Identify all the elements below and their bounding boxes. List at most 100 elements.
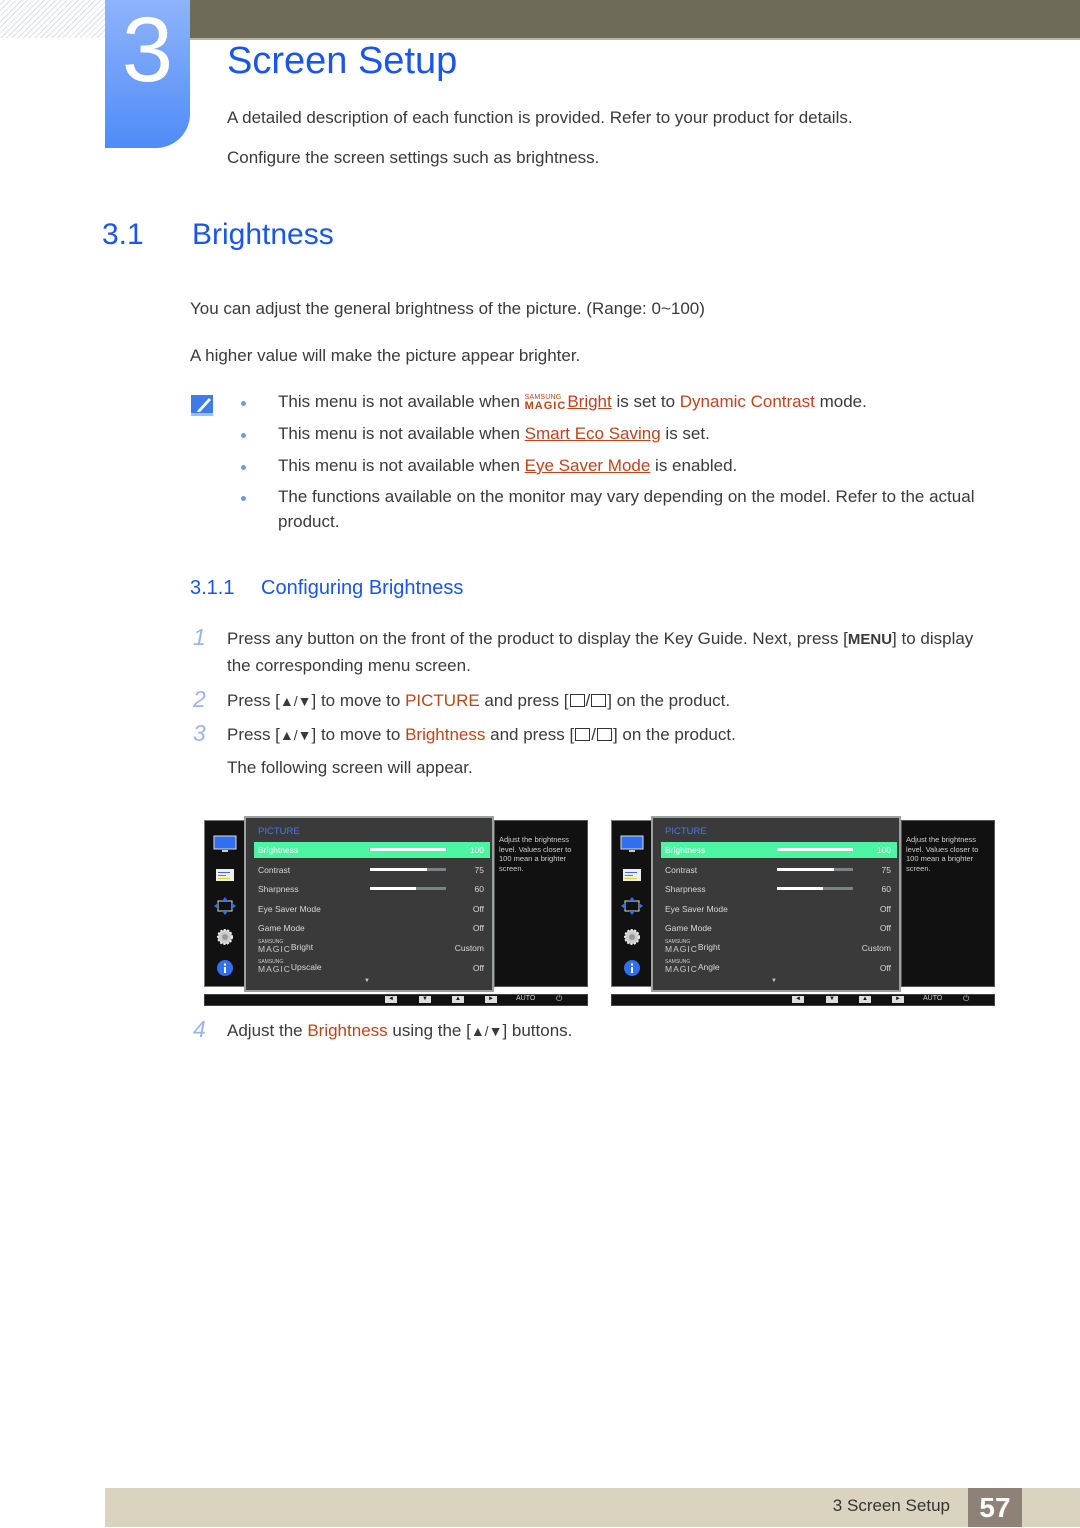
scroll-down-indicator-icon: ▼ bbox=[364, 978, 370, 984]
bullet-dot bbox=[241, 465, 246, 470]
osd-menu-row[interactable]: SAMSUNG MAGIC Bright Custom bbox=[661, 940, 897, 956]
brightness-term: Brightness bbox=[405, 725, 486, 744]
section-paragraph-1: You can adjust the general brightness of… bbox=[190, 299, 705, 318]
power-icon[interactable]: ⏻ bbox=[963, 994, 969, 1004]
osd-row-label: Sharpness bbox=[665, 884, 706, 895]
osd-row-value: Off bbox=[472, 923, 484, 934]
right-arrow-key[interactable]: ► bbox=[892, 996, 904, 1003]
osd-help-panel: Adjust the brightness level. Values clos… bbox=[901, 820, 995, 987]
auto-key[interactable]: AUTO bbox=[923, 995, 942, 1002]
osd-menu-row[interactable]: Brightness 100 bbox=[661, 842, 897, 858]
note-item-2: This menu is not available when Smart Ec… bbox=[278, 424, 710, 443]
osd-menu-row[interactable]: Sharpness 60 bbox=[254, 881, 490, 897]
step-number-3: 3 bbox=[193, 720, 206, 746]
section-title: Brightness bbox=[192, 218, 334, 251]
osd-menu-row[interactable]: Game Mode Off bbox=[254, 920, 490, 936]
osd-menu-row[interactable]: SAMSUNG MAGIC Upscale Off bbox=[254, 958, 490, 976]
step-number-4: 4 bbox=[193, 1016, 206, 1042]
osd-row-value: Off bbox=[879, 962, 891, 973]
resize-arrows-icon[interactable] bbox=[213, 897, 237, 915]
osd-slider-track[interactable] bbox=[777, 867, 853, 871]
osd-slider-track[interactable] bbox=[777, 848, 853, 851]
samsung-magic-logo: SAMSUNG MAGIC bbox=[258, 939, 291, 954]
osd-menu-row[interactable]: Sharpness 60 bbox=[661, 881, 897, 897]
bullet-dot bbox=[241, 496, 246, 501]
osd-slider-track[interactable] bbox=[370, 867, 446, 871]
osd-screenshot-2: PICTURE Brightness 100 Contrast 75 Sharpness 6… bbox=[611, 816, 995, 1006]
osd-slider-fill bbox=[777, 887, 823, 891]
down-arrow-key[interactable]: ▼ bbox=[826, 996, 838, 1003]
left-arrow-key[interactable]: ◄ bbox=[792, 996, 804, 1003]
osd-slider-track[interactable] bbox=[777, 887, 853, 891]
resize-arrows-icon[interactable] bbox=[620, 897, 644, 915]
chapter-intro-2: Configure the screen settings such as br… bbox=[227, 148, 600, 167]
source-icon bbox=[575, 728, 591, 741]
osd-description: Adjust the brightness level. Values clos… bbox=[906, 835, 979, 873]
monitor-icon[interactable] bbox=[213, 835, 237, 853]
osd-slider-track[interactable] bbox=[370, 848, 446, 851]
samsung-magic-logo: SAMSUNG MAGIC bbox=[665, 958, 698, 974]
header-bar bbox=[190, 0, 1080, 40]
osd-screenshot-1: PICTURE Brightness 100 Contrast 75 Sharpness 6… bbox=[204, 816, 588, 1006]
right-arrow-key[interactable]: ► bbox=[485, 996, 497, 1003]
osd-row-value: Off bbox=[879, 903, 891, 914]
left-arrow-key[interactable]: ◄ bbox=[385, 996, 397, 1003]
osd-row-value: 60 bbox=[474, 884, 484, 895]
osd-menu-title: PICTURE bbox=[665, 826, 707, 837]
samsung-magic-logo: SAMSUNG MAGIC bbox=[665, 939, 698, 954]
osd-list-icon[interactable] bbox=[620, 866, 644, 884]
osd-menu-row[interactable]: Contrast 75 bbox=[254, 862, 490, 878]
up-arrow-key[interactable]: ▲ bbox=[452, 996, 464, 1003]
osd-row-value: Off bbox=[879, 923, 891, 934]
osd-row-label: Game Mode bbox=[258, 923, 305, 934]
osd-menu-row[interactable]: Brightness 100 bbox=[254, 842, 490, 858]
osd-row-label: Brightness bbox=[665, 845, 706, 855]
osd-menu-row[interactable]: SAMSUNG MAGIC Bright Custom bbox=[254, 940, 490, 956]
gear-icon[interactable] bbox=[620, 928, 644, 946]
gear-icon[interactable] bbox=[213, 928, 237, 946]
osd-row-value: 60 bbox=[881, 884, 891, 895]
step-1-line-2: the corresponding menu screen. bbox=[227, 656, 471, 675]
info-icon[interactable] bbox=[620, 959, 644, 977]
power-icon[interactable]: ⏻ bbox=[556, 994, 562, 1004]
samsung-magic-logo: SAMSUNG MAGIC bbox=[258, 958, 291, 974]
dynamic-contrast-term: Dynamic Contrast bbox=[679, 392, 815, 411]
note-item-4-line-1: The functions available on the monitor m… bbox=[278, 487, 975, 506]
enter-icon bbox=[596, 728, 612, 741]
page-footer: 3 Screen Setup 57 bbox=[105, 1488, 1080, 1527]
info-icon[interactable] bbox=[213, 959, 237, 977]
header-hatch-decoration bbox=[0, 0, 105, 38]
osd-menu-row[interactable]: Eye Saver Mode Off bbox=[661, 901, 897, 917]
magic-bright-link[interactable]: Bright bbox=[567, 392, 611, 411]
subsection-title: Configuring Brightness bbox=[261, 577, 464, 599]
osd-side-menu bbox=[611, 820, 653, 987]
source-icon bbox=[569, 694, 585, 707]
down-arrow-key[interactable]: ▼ bbox=[419, 996, 431, 1003]
osd-row-label: Contrast bbox=[258, 864, 291, 875]
osd-list-icon[interactable] bbox=[213, 866, 237, 884]
osd-row-label: Bright bbox=[697, 942, 721, 952]
osd-menu-title: PICTURE bbox=[258, 826, 300, 837]
osd-menu-row[interactable]: SAMSUNG MAGIC Angle Off bbox=[661, 958, 897, 976]
step-number-2: 2 bbox=[193, 686, 206, 712]
monitor-icon[interactable] bbox=[620, 835, 644, 853]
osd-menu-row[interactable]: Eye Saver Mode Off bbox=[254, 901, 490, 917]
osd-slider-track[interactable] bbox=[370, 887, 446, 891]
note-item-3: This menu is not available when Eye Save… bbox=[278, 456, 738, 475]
smart-eco-saving-link[interactable]: Smart Eco Saving bbox=[525, 424, 661, 443]
up-down-arrows-icon: ▲/▼ bbox=[279, 727, 312, 743]
auto-key[interactable]: AUTO bbox=[516, 995, 535, 1002]
osd-help-panel: Adjust the brightness level. Values clos… bbox=[494, 820, 588, 987]
eye-saver-mode-link[interactable]: Eye Saver Mode bbox=[525, 456, 651, 475]
osd-menu-row[interactable]: Contrast 75 bbox=[661, 862, 897, 878]
osd-menu-row[interactable]: Game Mode Off bbox=[661, 920, 897, 936]
note-item-1: This menu is not available when SAMSUNG M… bbox=[278, 392, 867, 412]
up-arrow-key[interactable]: ▲ bbox=[859, 996, 871, 1003]
samsung-magic-logo: SAMSUNG MAGIC bbox=[524, 394, 567, 412]
osd-slider-fill bbox=[370, 867, 427, 871]
osd-row-value: Off bbox=[472, 962, 484, 973]
osd-key-guide: ◄ ▼ ▲ ► AUTO ⏻ bbox=[204, 994, 588, 1006]
osd-row-label: Bright bbox=[290, 942, 314, 952]
section-paragraph-2: A higher value will make the picture app… bbox=[190, 346, 581, 365]
osd-row-label: Upscale bbox=[290, 961, 322, 972]
